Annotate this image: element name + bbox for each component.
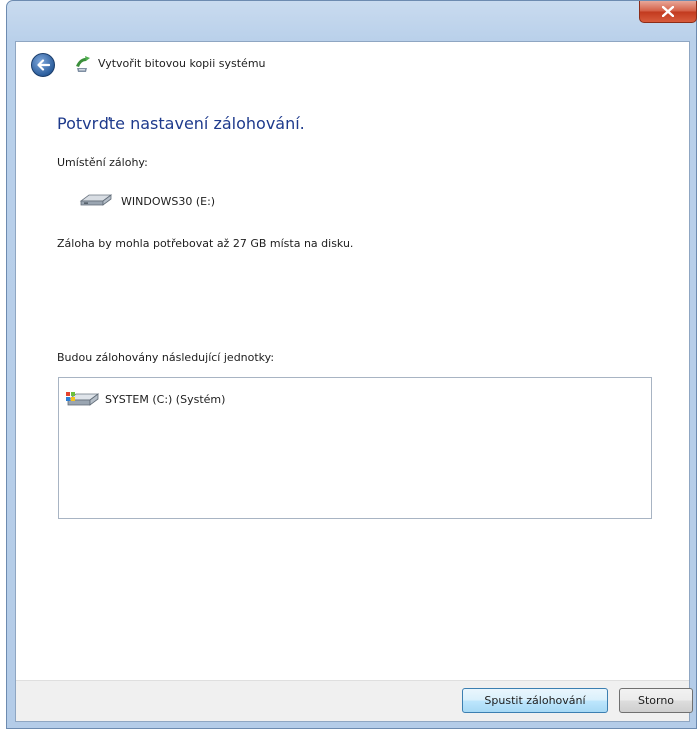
system-drive-icon [66, 392, 100, 406]
close-button[interactable] [639, 1, 697, 23]
close-icon [662, 6, 674, 17]
drives-list-label: Budou zálohovány následující jednotky: [57, 351, 275, 364]
external-drive-icon [79, 194, 113, 206]
page-heading: Potvrďte nastavení zálohování. [57, 114, 305, 133]
window-title: Vytvořit bitovou kopii systému [98, 57, 266, 70]
drives-list[interactable]: SYSTEM (C:) (Systém) [58, 377, 652, 519]
start-backup-button[interactable]: Spustit zálohování [462, 688, 608, 713]
dialog-footer: Spustit zálohování Storno [16, 680, 693, 721]
backup-location-label: Umístění zálohy: [57, 156, 148, 169]
list-item[interactable]: SYSTEM (C:) (Systém) [65, 389, 225, 409]
backup-app-icon [76, 56, 90, 72]
window-frame: Vytvořit bitovou kopii systému Potvrďte … [6, 0, 697, 729]
navigation-bar: Vytvořit bitovou kopii systému [16, 42, 689, 87]
arrow-left-icon [37, 59, 50, 71]
required-space-text: Záloha by mohla potřebovat až 27 GB míst… [57, 237, 354, 250]
backup-location-drive: WINDOWS30 (E:) [77, 192, 215, 210]
backup-drive-name: WINDOWS30 (E:) [121, 194, 216, 208]
cancel-button[interactable]: Storno [619, 688, 693, 713]
back-button[interactable] [31, 53, 55, 77]
dialog-client-area: Vytvořit bitovou kopii systému Potvrďte … [15, 41, 693, 722]
drive-label: SYSTEM (C:) (Systém) [105, 392, 226, 406]
